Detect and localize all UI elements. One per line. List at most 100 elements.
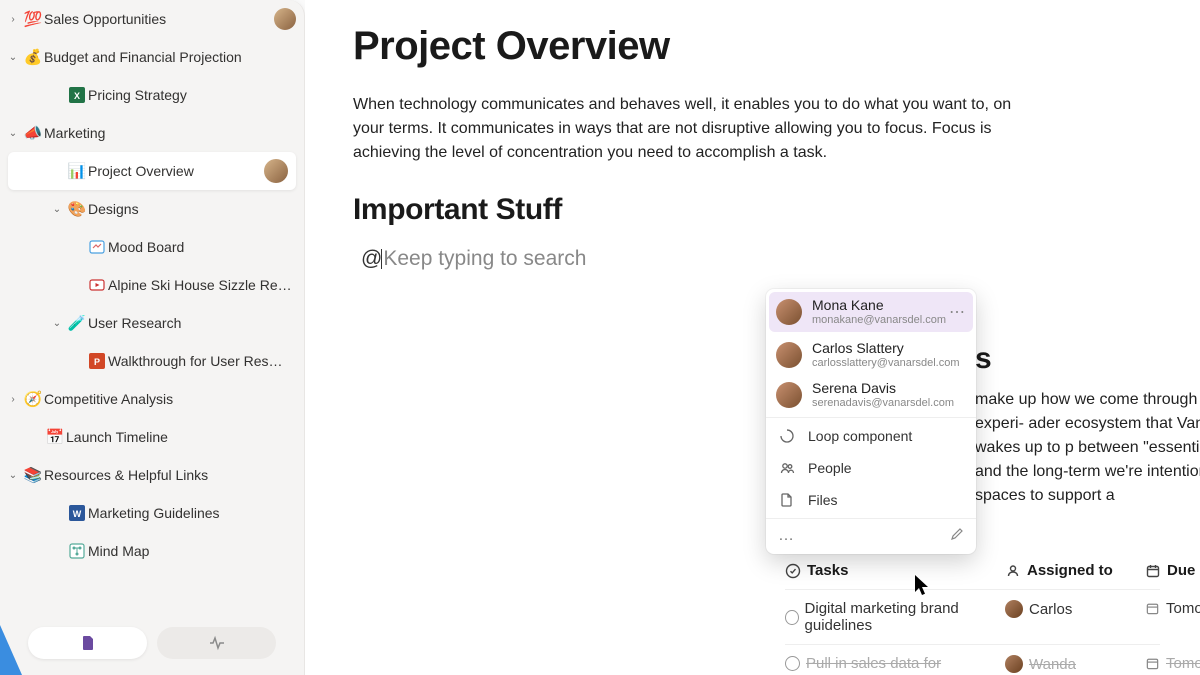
sidebar-item-marketing[interactable]: ⌄📣Marketing	[0, 114, 304, 152]
svg-text:W: W	[73, 509, 82, 519]
sidebar-item-marketing-guidelines[interactable]: W Marketing Guidelines	[0, 494, 304, 532]
sidebar-item-label: Mind Map	[88, 543, 296, 559]
avatar	[776, 299, 802, 325]
sidebar-item-label: Pricing Strategy	[88, 87, 296, 103]
sidebar: ›💯Sales Opportunities⌄💰Budget and Financ…	[0, 0, 305, 675]
task-checkbox[interactable]	[785, 610, 799, 625]
assigned-cell: Carlos	[1005, 600, 1145, 618]
mention-action-files[interactable]: Files	[766, 484, 976, 516]
obscured-body: make up how we come through as VanArsdel…	[975, 388, 1200, 508]
more-icon[interactable]: ⋯	[949, 302, 965, 322]
page-title: Project Overview	[353, 24, 1152, 69]
edit-icon[interactable]	[950, 527, 964, 546]
sidebar-item-pricing-strategy[interactable]: XPricing Strategy	[0, 76, 304, 114]
item-emoji-icon: 💯	[22, 10, 44, 28]
mention-action-people[interactable]: People	[766, 452, 976, 484]
avatar	[1005, 600, 1023, 618]
document-main: Project Overview When technology communi…	[305, 0, 1200, 675]
cursor-icon	[913, 573, 933, 597]
person-email: monakane@vanarsdel.com	[812, 314, 946, 327]
document-icon	[80, 635, 96, 651]
task-row[interactable]: Digital marketing brand guidelinesCarlos…	[785, 590, 1160, 645]
sidebar-item-label: Marketing Guidelines	[88, 505, 296, 521]
loop-icon	[778, 428, 796, 444]
whiteboard-file-icon	[86, 239, 108, 255]
sidebar-item-label: Launch Timeline	[66, 429, 296, 445]
item-emoji-icon: 📅	[44, 428, 66, 446]
item-emoji-icon: 🧪	[66, 314, 88, 332]
sidebar-item-sales-opportunities[interactable]: ›💯Sales Opportunities	[0, 0, 304, 38]
sidebar-item-label: Sales Opportunities	[44, 11, 270, 27]
chevron-icon: ⌄	[48, 318, 66, 329]
people-icon	[778, 460, 796, 476]
assigned-cell: Wanda	[1005, 655, 1145, 673]
footer-pill-doc[interactable]	[28, 627, 147, 659]
word-file-icon: W	[66, 505, 88, 521]
sidebar-item-competitive-analysis[interactable]: ›🧭Competitive Analysis	[0, 380, 304, 418]
sidebar-item-mood-board[interactable]: Mood Board	[0, 228, 304, 266]
mention-action-loop-component[interactable]: Loop component	[766, 420, 976, 452]
header-due: Due date	[1145, 562, 1200, 579]
sidebar-nav: ›💯Sales Opportunities⌄💰Budget and Financ…	[0, 0, 304, 621]
footer-pill-activity[interactable]	[157, 627, 276, 659]
item-emoji-icon: 🧭	[22, 390, 44, 408]
sidebar-item-user-research[interactable]: ⌄🧪User Research	[0, 304, 304, 342]
person-name: Carlos Slattery	[812, 340, 960, 357]
person-email: serenadavis@vanarsdel.com	[812, 397, 954, 410]
due-cell: Tomorrow	[1145, 600, 1200, 617]
check-circle-icon	[785, 563, 801, 579]
sidebar-item-label: Marketing	[44, 125, 296, 141]
mention-placeholder: Keep typing to search	[383, 247, 586, 271]
header-tasks: Tasks	[785, 562, 1005, 579]
at-symbol: @	[361, 247, 382, 271]
sidebar-item-label: Mood Board	[108, 239, 296, 255]
mention-input[interactable]: @ Keep typing to search	[353, 243, 1152, 281]
chevron-icon: ›	[4, 14, 22, 25]
mention-person-serena-davis[interactable]: Serena Davisserenadavis@vanarsdel.com	[766, 375, 976, 415]
corner-accent	[0, 625, 22, 675]
sidebar-item-resources-helpful-links[interactable]: ⌄📚Resources & Helpful Links	[0, 456, 304, 494]
due-cell: Tomorrow	[1145, 655, 1200, 672]
sidebar-item-walkthrough-for-user-res-[interactable]: P Walkthrough for User Res…	[0, 342, 304, 380]
mention-person-carlos-slattery[interactable]: Carlos Slatterycarlosslattery@vanarsdel.…	[766, 335, 976, 375]
sidebar-item-label: Competitive Analysis	[44, 391, 296, 407]
calendar-icon	[1145, 601, 1160, 616]
presence-avatar	[274, 8, 296, 30]
task-checkbox[interactable]	[785, 656, 800, 671]
video-file-icon	[86, 277, 108, 293]
sidebar-item-mind-map[interactable]: Mind Map	[0, 532, 304, 570]
section-heading: Important Stuff	[353, 193, 1152, 227]
avatar	[776, 382, 802, 408]
excel-file-icon: X	[66, 87, 88, 103]
person-name: Serena Davis	[812, 380, 954, 397]
sidebar-item-label: Alpine Ski House Sizzle Re…	[108, 277, 296, 293]
sidebar-item-launch-timeline[interactable]: 📅Launch Timeline	[0, 418, 304, 456]
svg-text:P: P	[94, 357, 100, 367]
calendar-icon	[1145, 656, 1160, 671]
sidebar-item-label: User Research	[88, 315, 296, 331]
sidebar-item-designs[interactable]: ⌄🎨Designs	[0, 190, 304, 228]
sidebar-item-project-overview[interactable]: 📊Project Overview	[8, 152, 296, 190]
action-label: People	[808, 460, 852, 476]
more-icon[interactable]: …	[778, 527, 794, 546]
person-name: Mona Kane	[812, 297, 946, 314]
sidebar-item-budget-and-financial-projectio[interactable]: ⌄💰Budget and Financial Projection	[0, 38, 304, 76]
item-emoji-icon: 💰	[22, 48, 44, 66]
sidebar-item-label: Project Overview	[88, 163, 260, 179]
action-label: Files	[808, 492, 838, 508]
item-emoji-icon: 🎨	[66, 200, 88, 218]
sidebar-item-label: Resources & Helpful Links	[44, 467, 296, 483]
sidebar-footer	[0, 621, 304, 675]
sidebar-item-alpine-ski-house-sizzle-re-[interactable]: Alpine Ski House Sizzle Re…	[0, 266, 304, 304]
sidebar-item-label: Walkthrough for User Res…	[108, 353, 296, 369]
person-email: carlosslattery@vanarsdel.com	[812, 357, 960, 370]
task-header-row: Tasks Assigned to Due date Status	[785, 552, 1160, 590]
intro-paragraph: When technology communicates and behaves…	[353, 93, 1013, 165]
item-emoji-icon: 📊	[66, 162, 88, 180]
chevron-icon: ›	[4, 394, 22, 405]
person-icon	[1005, 563, 1021, 579]
item-emoji-icon: 📚	[22, 466, 44, 484]
chevron-icon: ⌄	[4, 52, 22, 63]
mention-person-mona-kane[interactable]: Mona Kanemonakane@vanarsdel.com⋯	[769, 292, 973, 332]
task-row[interactable]: Pull in sales data forWandaTomorrowDone	[785, 645, 1160, 675]
